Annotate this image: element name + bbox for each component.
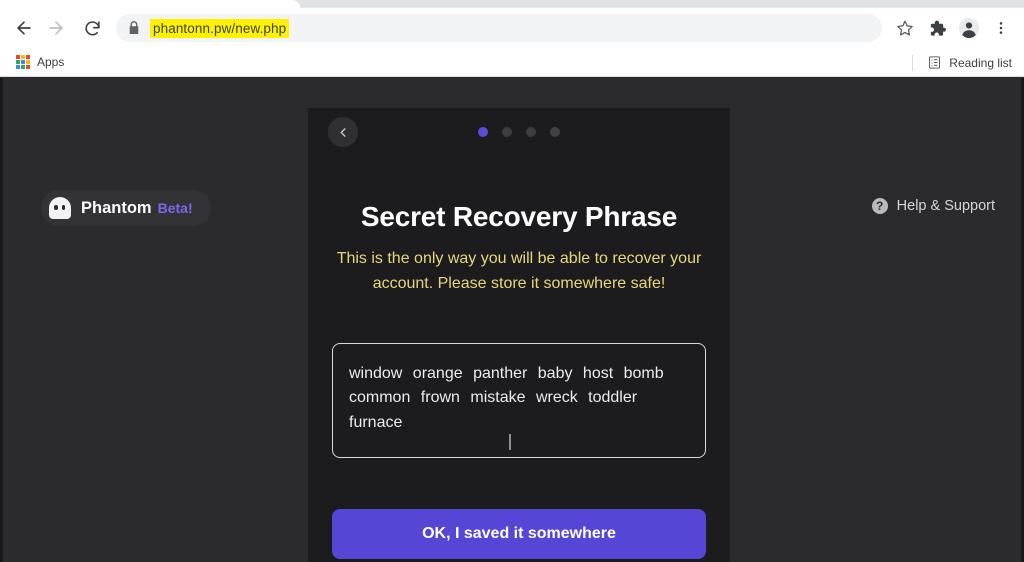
chrome-menu-icon[interactable] [986,13,1016,43]
reading-list-icon [927,55,942,70]
phantom-logo-name: Phantom [81,198,152,217]
bookmarks-divider [912,54,914,71]
forward-button[interactable] [40,12,72,44]
help-support-label: Help & Support [896,198,995,214]
pagination-dot-1[interactable] [478,127,488,137]
profile-avatar-icon[interactable] [954,13,984,43]
bookmarks-bar: Apps Reading list [0,48,1024,77]
lock-icon [128,21,140,35]
web-page-viewport: Phantom Beta! ? Help & Support Secret Re… [0,78,1024,562]
pagination-dot-4[interactable] [550,127,560,137]
pagination-dot-3[interactable] [526,127,536,137]
phantom-logo[interactable]: Phantom Beta! [41,190,211,226]
address-bar[interactable]: phantonn.pw/new.php [116,14,882,42]
text-cursor [509,434,511,450]
apps-grid-icon [16,55,30,69]
tab-strip[interactable] [0,0,1024,8]
bookmark-star-icon[interactable] [890,13,920,43]
reload-button[interactable] [76,12,108,44]
bookmarks-bar-right: Reading list [912,48,1018,77]
browser-chrome: phantonn.pw/new.php Apps Reading list [0,0,1024,77]
onboarding-panel: Secret Recovery Phrase This is the only … [308,108,730,562]
back-button[interactable] [8,12,40,44]
reading-list-label: Reading list [949,55,1012,70]
page-title: Secret Recovery Phrase [360,201,678,232]
seed-phrase-words: window orange panther baby host bomb com… [349,364,664,431]
confirm-saved-button[interactable]: OK, I saved it somewhere [332,509,706,559]
warning-text: This is the only way you will be able to… [336,250,702,292]
question-mark-icon: ? [871,198,888,214]
pagination-dot-2[interactable] [502,127,512,137]
url-text[interactable]: phantonn.pw/new.php [150,18,290,38]
reading-list-button[interactable]: Reading list [921,52,1018,73]
bookmark-apps-label: Apps [37,55,65,69]
seed-phrase-box[interactable]: window orange panther baby host bomb com… [332,342,706,458]
browser-toolbar: phantonn.pw/new.php [0,8,1024,48]
phantom-logo-beta: Beta! [157,200,193,216]
extensions-puzzle-icon[interactable] [922,13,952,43]
phantom-ghost-icon [49,197,71,219]
bookmark-apps[interactable]: Apps [10,52,70,72]
help-support-link[interactable]: ? Help & Support [871,198,995,214]
active-tab[interactable] [0,0,300,8]
step-pagination-dots [308,127,730,137]
panel-header [308,108,730,158]
